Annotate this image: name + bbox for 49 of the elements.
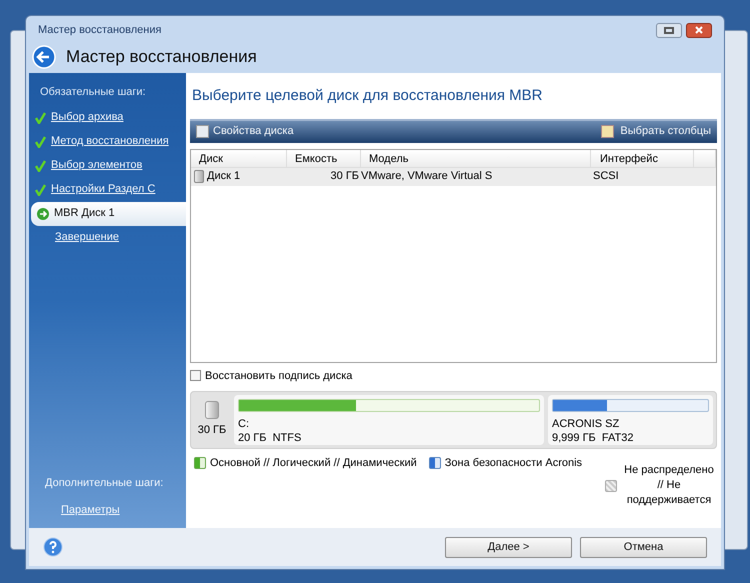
wizard-step[interactable]: Метод восстановления — [29, 130, 186, 154]
table-cell-text: SCSI — [592, 169, 620, 184]
table-cell-text: Диск 1 — [207, 169, 240, 184]
wizard-step[interactable]: Выбор архива — [29, 106, 186, 130]
partition-name: ACRONIS SZ — [552, 417, 620, 431]
partition[interactable]: C: 20 ГБ NTFS — [234, 395, 544, 445]
table-cell-text: 30 ГБ — [330, 169, 360, 184]
step-label: Настройки Раздел C — [51, 182, 156, 198]
legend-label: Не распределено // Не поддерживается — [623, 463, 715, 508]
partition[interactable]: ACRONIS SZ 9,999 ГБ FAT32 — [548, 395, 713, 445]
wizard-header: Мастер восстановления — [66, 46, 257, 68]
partition-info: 20 ГБ NTFS — [238, 431, 302, 445]
step-label: Метод восстановления — [51, 134, 169, 150]
window-title: Мастер восстановления — [38, 22, 162, 38]
restore-icon — [664, 26, 674, 34]
wizard-step[interactable]: MBR Диск 1 — [31, 202, 186, 226]
check-icon — [35, 136, 46, 148]
close-icon — [695, 26, 703, 34]
table-row[interactable]: Диск 1 30 ГБ VMware, VMware Virtual S SCSI — [191, 168, 716, 186]
step-label: Выбор архива — [51, 110, 124, 126]
section-label: Дополнительные шаги: — [44, 476, 164, 491]
disk-properties-button[interactable]: Свойства диска — [196, 123, 294, 140]
step-label: Выбор элементов — [51, 158, 142, 174]
check-icon — [35, 112, 46, 124]
choose-columns-button[interactable]: Выбрать столбцы — [601, 123, 711, 140]
restore-button[interactable] — [656, 22, 682, 38]
section-label: Обязательные шаги: — [39, 85, 147, 100]
dialog-button[interactable]: Отмена — [580, 536, 707, 558]
dialog-button[interactable]: Далее > — [445, 536, 572, 558]
step-label: MBR Диск 1 — [54, 206, 115, 222]
legend-label: Основной // Логический // Динамический — [210, 456, 417, 471]
check-icon — [35, 160, 46, 172]
step-label: Завершение — [54, 230, 119, 246]
checkbox[interactable] — [190, 370, 201, 382]
wizard-step[interactable]: Завершение — [29, 226, 186, 250]
close-button[interactable] — [686, 22, 712, 38]
wizard-step[interactable]: Настройки Раздел C — [29, 178, 186, 202]
partition-name: C: — [238, 417, 250, 431]
help-icon[interactable] — [43, 537, 63, 557]
checkbox-label: Восстановить подпись диска — [205, 368, 352, 384]
wizard-step[interactable]: Выбор элементов — [29, 154, 186, 178]
legend-label: Зона безопасности Acronis — [444, 456, 582, 471]
back-icon[interactable] — [32, 45, 56, 69]
arrow-right-icon — [37, 208, 49, 220]
page-heading: Выберите целевой диск для восстановления MBR — [191, 86, 544, 106]
check-icon — [35, 184, 46, 196]
disk-size: 30 ГБ — [198, 423, 226, 438]
partition-info: 9,999 ГБ FAT32 — [552, 431, 634, 445]
table-cell-text: VMware, VMware Virtual S — [361, 169, 494, 184]
